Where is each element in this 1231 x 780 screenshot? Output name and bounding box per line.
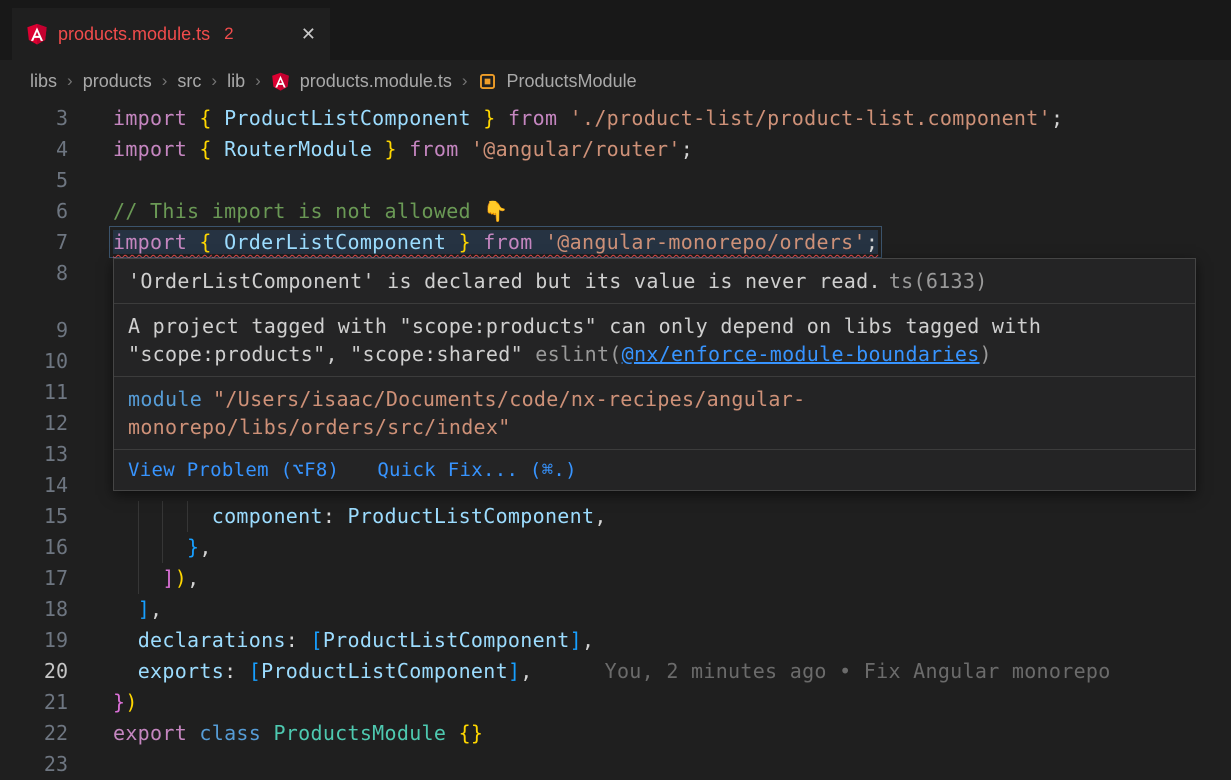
line-number: 18 (0, 594, 68, 625)
line-number: 10 (0, 346, 68, 377)
code-line-15[interactable]: 15 component: ProductListComponent, (0, 501, 1231, 532)
code-line-4[interactable]: 4 import { RouterModule } from '@angular/… (0, 134, 1231, 165)
error-highlight: import { OrderListComponent } from '@ang… (113, 230, 878, 254)
line-number: 12 (0, 408, 68, 439)
code-line-18[interactable]: 18 ], (0, 594, 1231, 625)
code-line-20[interactable]: 20 exports: [ProductListComponent],You, … (0, 656, 1231, 687)
code-line-22[interactable]: 22 export class ProductsModule {} (0, 718, 1231, 749)
line-number: 7 (0, 227, 68, 258)
line-number: 14 (0, 470, 68, 501)
line-number: 16 (0, 532, 68, 563)
code-text: import { RouterModule } from '@angular/r… (113, 134, 693, 165)
hover-message-module: module"/Users/isaac/Documents/code/nx-re… (114, 377, 1195, 450)
vscode-window: products.module.ts 2 ✕ libs › products ›… (0, 0, 1231, 780)
line-number: 6 (0, 196, 68, 227)
code-line-19[interactable]: 19 declarations: [ProductListComponent], (0, 625, 1231, 656)
eslint-source-open: eslint( (535, 342, 621, 366)
hover-message-eslint: A project tagged with "scope:products" c… (114, 304, 1195, 377)
line-number: 23 (0, 749, 68, 780)
code-text: }) (113, 687, 138, 718)
hover-message-unused: 'OrderListComponent' is declared but its… (114, 259, 1195, 304)
problem-hover-popup: 'OrderListComponent' is declared but its… (113, 258, 1196, 491)
code-line-23[interactable]: 23 (0, 749, 1231, 780)
module-keyword: module (128, 387, 202, 411)
line-number: 21 (0, 687, 68, 718)
line-number: 13 (0, 439, 68, 470)
line-number: 8 (0, 258, 68, 289)
git-blame-annotation: You, 2 minutes ago • Fix Angular monorep… (605, 659, 1111, 683)
code-line-5[interactable]: 5 (0, 165, 1231, 196)
view-problem-action[interactable]: View Problem (⌥F8) (128, 456, 339, 484)
unused-message-source: ts(6133) (889, 269, 988, 293)
eslint-rule-link[interactable]: @nx/enforce-module-boundaries (622, 342, 980, 366)
line-number: 17 (0, 563, 68, 594)
eslint-source-close: ) (980, 342, 992, 366)
line-number: 5 (0, 165, 68, 196)
code-text: ], (113, 594, 162, 625)
line-number: 9 (0, 315, 68, 346)
code-text: import { OrderListComponent } from '@ang… (113, 227, 878, 258)
code-line-3[interactable]: 3 import { ProductListComponent } from '.… (0, 103, 1231, 134)
code-line-17[interactable]: 17 ]), (0, 563, 1231, 594)
code-text: // This import is not allowed 👇 (113, 196, 508, 227)
line-number: 15 (0, 501, 68, 532)
code-text: exports: [ProductListComponent],You, 2 m… (113, 656, 1111, 687)
code-line-7[interactable]: 7 import { OrderListComponent } from '@an… (0, 227, 1231, 258)
code-text: }, (113, 532, 212, 563)
line-number: 20 (0, 656, 68, 687)
code-line-6[interactable]: 6 // This import is not allowed 👇 (0, 196, 1231, 227)
code-text: declarations: [ProductListComponent], (113, 625, 594, 656)
hover-actions: View Problem (⌥F8) Quick Fix... (⌘.) (114, 450, 1195, 490)
quick-fix-action[interactable]: Quick Fix... (⌘.) (377, 456, 577, 484)
line-number: 22 (0, 718, 68, 749)
code-text: ]), (113, 563, 199, 594)
unused-message-text: 'OrderListComponent' is declared but its… (128, 269, 881, 293)
code-text: export class ProductsModule {} (113, 718, 483, 749)
code-line-21[interactable]: 21}) (0, 687, 1231, 718)
line-number: 3 (0, 103, 68, 134)
module-path: "/Users/isaac/Documents/code/nx-recipes/… (128, 387, 805, 439)
code-text: import { ProductListComponent } from './… (113, 103, 1063, 134)
code-text: component: ProductListComponent, (113, 501, 607, 532)
line-number: 11 (0, 377, 68, 408)
line-number: 4 (0, 134, 68, 165)
code-line-16[interactable]: 16 }, (0, 532, 1231, 563)
line-number: 19 (0, 625, 68, 656)
